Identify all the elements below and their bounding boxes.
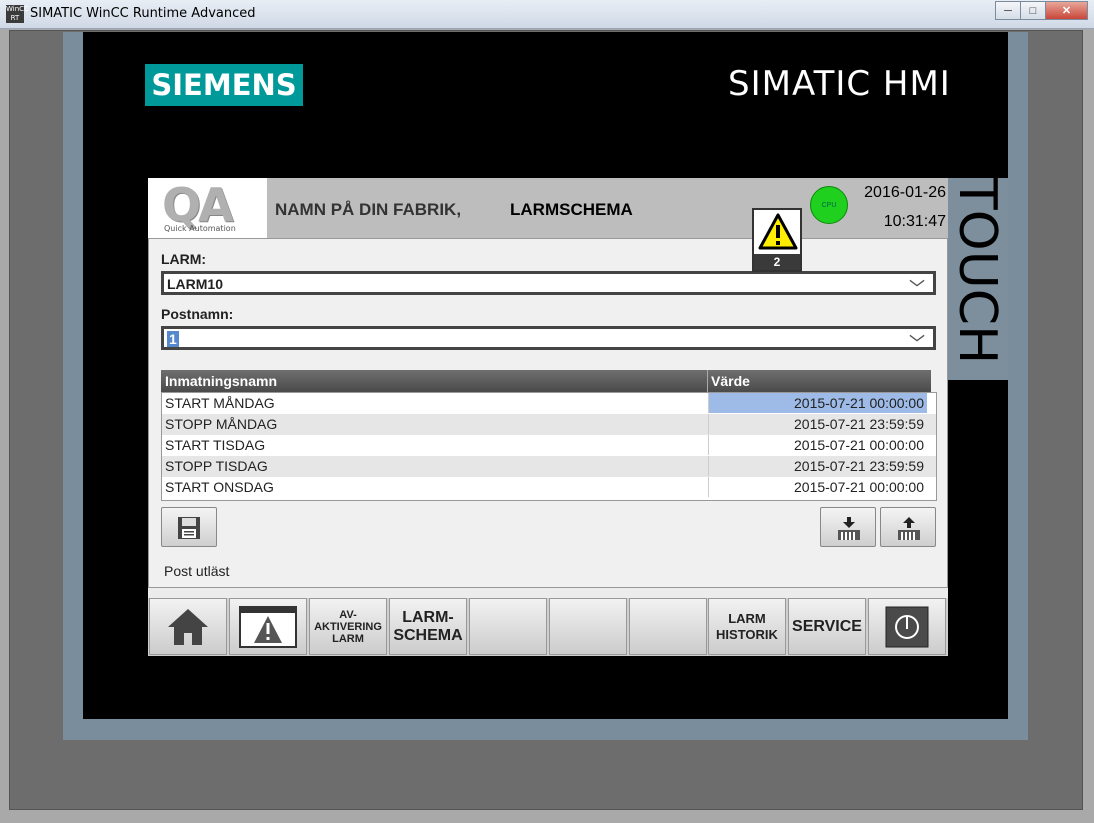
touch-label: TOUCH xyxy=(947,178,1007,365)
nav-label: LARM HISTORIK xyxy=(716,611,778,643)
row-value[interactable]: 2015-07-21 23:59:59 xyxy=(708,456,927,476)
alarm-view-button[interactable] xyxy=(229,598,307,655)
app-logo-text: WinCC RT xyxy=(6,5,29,22)
larm-dropdown[interactable]: LARM10 xyxy=(161,271,936,295)
row-name: START MÅNDAG xyxy=(165,395,275,411)
siemens-logo: SIEMENS xyxy=(145,64,303,106)
warning-icon xyxy=(758,213,798,250)
nav-label-line: AKTIVERING xyxy=(314,620,382,633)
table-row[interactable]: START ONSDAG 2015-07-21 00:00:00 xyxy=(162,477,936,498)
cpu-label: CPU xyxy=(821,201,837,209)
empty-nav-button[interactable] xyxy=(549,598,627,655)
chevron-down-icon xyxy=(909,334,925,342)
minimize-button[interactable]: ─ xyxy=(995,1,1021,20)
minimize-icon: ─ xyxy=(1004,4,1012,17)
qa-logo-subtitle: Quick Automation xyxy=(164,224,236,233)
nav-label-line: SCHEMA xyxy=(393,626,463,644)
empty-nav-button[interactable] xyxy=(469,598,547,655)
table-row[interactable]: START MÅNDAG 2015-07-21 00:00:00 xyxy=(162,393,936,414)
save-icon xyxy=(178,517,200,539)
app-logo-icon: WinCC RT xyxy=(6,5,29,23)
content-panel: LARM: LARM10 Postnamn: 1 Inmatningsnamn … xyxy=(148,238,948,588)
home-button[interactable] xyxy=(149,598,227,655)
larm-dropdown-value: LARM10 xyxy=(167,276,224,292)
row-name: STOPP TISDAG xyxy=(165,458,268,474)
row-name: START TISDAG xyxy=(165,437,266,453)
window-controls: ─ □ ✕ xyxy=(995,1,1088,20)
table-row[interactable]: STOPP TISDAG 2015-07-21 23:59:59 xyxy=(162,456,936,477)
export-icon xyxy=(898,517,920,540)
column-separator xyxy=(707,370,708,392)
nav-label: SERVICE xyxy=(792,617,862,635)
cpu-status-indicator: CPU xyxy=(810,186,848,224)
home-icon xyxy=(168,608,208,645)
bottom-navigation: AV- AKTIVERING LARM LARM- SCHEMA LARM HI… xyxy=(148,598,948,656)
chevron-down-icon xyxy=(909,279,925,287)
larm-label: LARM: xyxy=(161,251,207,267)
power-button[interactable] xyxy=(868,598,946,655)
screen-header: QA Quick Automation NAMN PÅ DIN FABRIK, … xyxy=(148,178,948,238)
alarm-schema-button[interactable]: LARM- SCHEMA xyxy=(389,598,467,655)
alarm-window-icon xyxy=(239,605,297,648)
row-value[interactable]: 2015-07-21 00:00:00 xyxy=(708,435,927,455)
postnamn-dropdown[interactable]: 1 xyxy=(161,326,936,350)
table-row[interactable]: STOPP MÅNDAG 2015-07-21 23:59:59 xyxy=(162,414,936,435)
hmi-screen: QA Quick Automation NAMN PÅ DIN FABRIK, … xyxy=(148,178,948,656)
table-header: Inmatningsnamn Värde xyxy=(161,370,931,392)
row-value[interactable]: 2015-07-21 00:00:00 xyxy=(708,477,927,497)
row-value[interactable]: 2015-07-21 23:59:59 xyxy=(708,414,927,434)
date-display: 2016-01-26 xyxy=(864,184,946,201)
nav-label-line: AV- xyxy=(339,608,357,621)
alarm-indicator[interactable]: 2 xyxy=(752,208,802,272)
nav-label-line: LARM xyxy=(332,632,364,645)
touch-label-wrap: TOUCH xyxy=(946,178,1008,378)
empty-nav-button[interactable] xyxy=(629,598,707,655)
power-icon xyxy=(885,606,929,647)
row-name: STOPP MÅNDAG xyxy=(165,416,278,432)
service-button[interactable]: SERVICE xyxy=(788,598,866,655)
alarm-history-button[interactable]: LARM HISTORIK xyxy=(708,598,786,655)
row-value[interactable]: 2015-07-21 00:00:00 xyxy=(708,393,927,413)
alarm-count: 2 xyxy=(754,254,800,270)
window-title: SIMATIC WinCC Runtime Advanced xyxy=(30,6,256,21)
save-button[interactable] xyxy=(161,507,217,547)
plant-name: NAMN PÅ DIN FABRIK, xyxy=(275,200,462,219)
nav-label-line: LARM- xyxy=(402,608,454,626)
close-icon: ✕ xyxy=(1061,5,1072,17)
postnamn-label: Postnamn: xyxy=(161,306,234,322)
nav-label: AV- AKTIVERING LARM xyxy=(314,609,382,645)
table-body: START MÅNDAG 2015-07-21 00:00:00 STOPP M… xyxy=(161,392,937,501)
window-titlebar: WinCC RT SIMATIC WinCC Runtime Advanced … xyxy=(0,0,1094,29)
maximize-icon: □ xyxy=(1029,4,1037,17)
status-message: Post utläst xyxy=(164,563,230,579)
column-header-name[interactable]: Inmatningsnamn xyxy=(165,373,277,389)
nav-label: LARM- SCHEMA xyxy=(393,609,462,645)
row-name: START ONSDAG xyxy=(165,479,274,495)
close-button[interactable]: ✕ xyxy=(1045,1,1088,20)
import-button[interactable] xyxy=(820,507,876,547)
postnamn-dropdown-value: 1 xyxy=(167,331,179,347)
nav-label-line: LARM xyxy=(728,610,766,626)
time-display: 10:31:47 xyxy=(883,213,946,230)
export-button[interactable] xyxy=(880,507,936,547)
nav-label-line: HISTORIK xyxy=(716,626,778,642)
table-row[interactable]: START TISDAG 2015-07-21 00:00:00 xyxy=(162,435,936,456)
maximize-button[interactable]: □ xyxy=(1020,1,1046,20)
qa-logo: QA Quick Automation xyxy=(148,178,267,238)
import-icon xyxy=(838,517,860,540)
column-header-value[interactable]: Värde xyxy=(711,373,750,389)
alarm-deactivation-button[interactable]: AV- AKTIVERING LARM xyxy=(309,598,387,655)
simatic-hmi-label: SIMATIC HMI xyxy=(728,64,951,104)
screen-title: LARMSCHEMA xyxy=(510,200,633,219)
